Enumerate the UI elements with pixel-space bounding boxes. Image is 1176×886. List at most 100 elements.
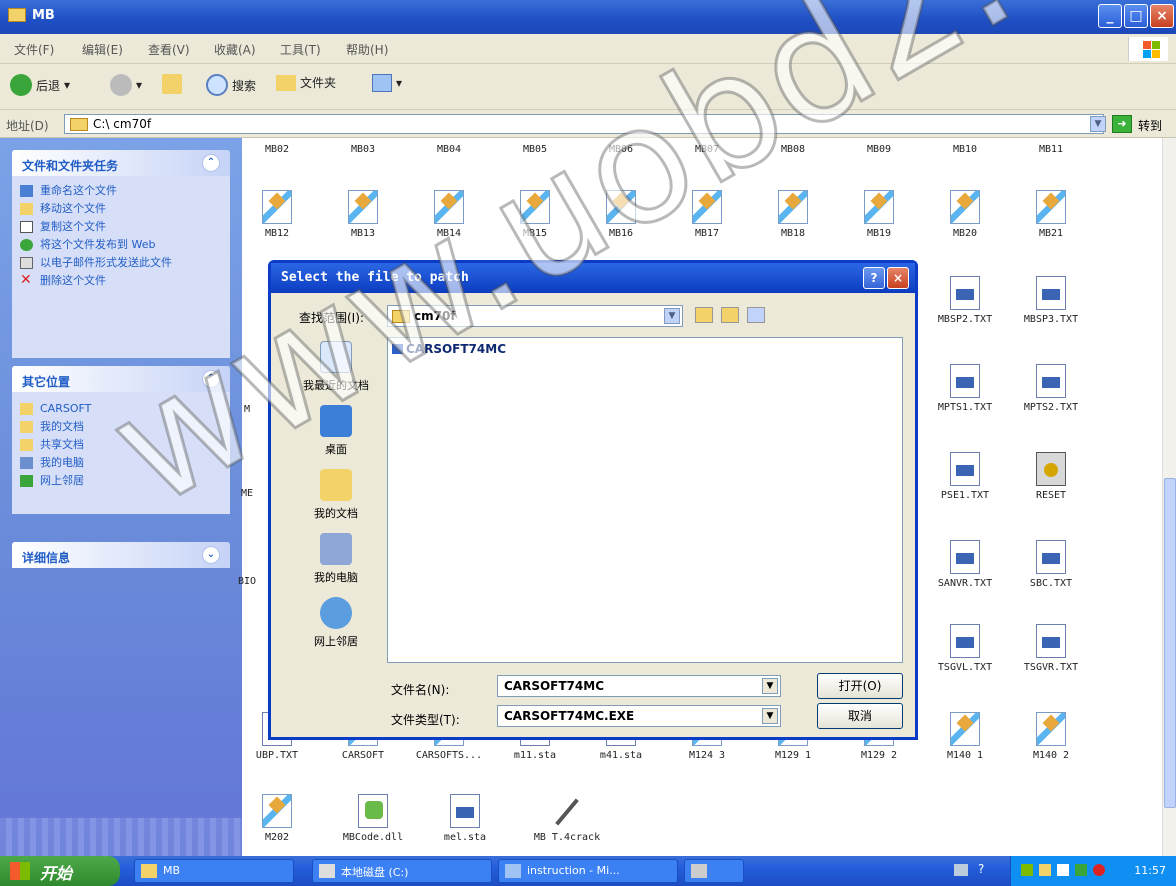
lookin-select[interactable]: cm70f ▼ <box>387 305 683 327</box>
tray-icon[interactable] <box>1039 864 1051 876</box>
address-input[interactable]: C:\ cm70f <box>64 114 1104 134</box>
file-item[interactable]: MB12 <box>242 190 312 239</box>
taskbar-item[interactable]: MB <box>134 859 294 883</box>
tray-icon[interactable] <box>1093 864 1105 876</box>
chevron-down-icon[interactable]: ▼ <box>762 678 778 694</box>
file-item[interactable]: M140 1 <box>930 712 1000 761</box>
file-item[interactable]: MBSP2.TXT <box>930 276 1000 325</box>
menu-favorites[interactable]: 收藏(A) <box>214 41 256 58</box>
task-email[interactable]: 以电子邮件形式发送此文件 <box>12 254 230 272</box>
search-button[interactable]: 搜索 <box>206 74 256 96</box>
view-menu-icon[interactable] <box>747 307 765 323</box>
panel-header[interactable]: 文件和文件夹任务 ⌃ <box>12 150 230 176</box>
place-desktop[interactable]: 桌面 <box>291 405 381 457</box>
menu-view[interactable]: 查看(V) <box>148 41 190 58</box>
printer-icon[interactable] <box>954 864 968 876</box>
chevron-down-icon[interactable]: ⌄ <box>202 546 220 564</box>
taskbar-item[interactable] <box>684 859 744 883</box>
file-item[interactable]: MB13 <box>328 190 398 239</box>
place-recent[interactable]: 我最近的文档 <box>291 341 381 393</box>
place-network[interactable]: 网上邻居 <box>291 597 381 649</box>
start-button[interactable]: 开始 <box>0 856 120 886</box>
place-carsoft[interactable]: CARSOFT <box>12 400 230 418</box>
file-item[interactable]: PSE1.TXT <box>930 452 1000 501</box>
file-list[interactable]: CARSOFT74MC <box>387 337 903 663</box>
file-item[interactable]: MB03 <box>328 144 398 155</box>
file-item[interactable]: MB06 <box>586 144 656 155</box>
maximize-button[interactable]: □ <box>1124 4 1148 28</box>
taskbar-item[interactable]: instruction - Mi... <box>498 859 678 883</box>
file-item[interactable]: MB19 <box>844 190 914 239</box>
file-item[interactable]: MPTS1.TXT <box>930 364 1000 413</box>
views-button[interactable]: ▾ <box>372 74 402 92</box>
task-rename[interactable]: 重命名这个文件 <box>12 182 230 200</box>
back-button[interactable]: 后退 ▾ <box>10 74 70 96</box>
close-button[interactable]: × <box>1150 4 1174 28</box>
file-item[interactable]: RESET <box>1016 452 1086 501</box>
file-list-item[interactable]: CARSOFT74MC <box>392 342 506 356</box>
forward-button[interactable]: ▾ <box>110 74 142 96</box>
file-item[interactable]: SBC.TXT <box>1016 540 1086 589</box>
file-item[interactable]: MBSP3.TXT <box>1016 276 1086 325</box>
filetype-select[interactable]: CARSOFT74MC.EXE ▼ <box>497 705 781 727</box>
folders-button[interactable]: 文件夹 <box>276 74 336 91</box>
task-move[interactable]: 移动这个文件 <box>12 200 230 218</box>
file-item[interactable]: MB05 <box>500 144 570 155</box>
panel-header[interactable]: 其它位置 ⌃ <box>12 366 230 392</box>
tray-icon[interactable] <box>1057 864 1069 876</box>
file-item[interactable]: MB02 <box>242 144 312 155</box>
menu-help[interactable]: 帮助(H) <box>346 41 388 58</box>
file-item[interactable]: MBCode.dll <box>338 794 408 843</box>
task-delete[interactable]: ✕ 删除这个文件 <box>12 272 230 290</box>
place-shared-documents[interactable]: 共享文档 <box>12 436 230 454</box>
chevron-up-icon[interactable]: ⌃ <box>202 370 220 388</box>
place-network[interactable]: 网上邻居 <box>12 472 230 490</box>
file-item[interactable]: M202 <box>242 794 312 843</box>
filename-input[interactable]: CARSOFT74MC ▼ <box>497 675 781 697</box>
task-publish[interactable]: 将这个文件发布到 Web <box>12 236 230 254</box>
file-item[interactable]: MPTS2.TXT <box>1016 364 1086 413</box>
chevron-down-icon[interactable]: ▼ <box>664 308 680 324</box>
place-my-documents[interactable]: 我的文档 <box>291 469 381 521</box>
tray-icon[interactable] <box>1021 864 1033 876</box>
file-item[interactable]: MB11 <box>1016 144 1086 155</box>
place-my-computer[interactable]: 我的电脑 <box>12 454 230 472</box>
panel-header[interactable]: 详细信息 ⌄ <box>12 542 230 568</box>
menu-tools[interactable]: 工具(T) <box>280 41 321 58</box>
file-item[interactable]: TSGVR.TXT <box>1016 624 1086 673</box>
tray-icon[interactable] <box>1075 864 1087 876</box>
scrollbar-thumb[interactable] <box>1164 478 1176 808</box>
file-item[interactable]: MB17 <box>672 190 742 239</box>
clock[interactable]: 11:57 <box>1134 864 1166 877</box>
file-item[interactable]: M140 2 <box>1016 712 1086 761</box>
file-item[interactable]: MB20 <box>930 190 1000 239</box>
chevron-up-icon[interactable]: ⌃ <box>202 154 220 172</box>
cancel-button[interactable]: 取消 <box>817 703 903 729</box>
chevron-down-icon[interactable]: ▼ <box>762 708 778 724</box>
up-folder-button[interactable] <box>162 74 182 94</box>
file-item[interactable]: MB07 <box>672 144 742 155</box>
file-item[interactable]: MB16 <box>586 190 656 239</box>
minimize-button[interactable]: _ <box>1098 4 1122 28</box>
file-item[interactable]: MB04 <box>414 144 484 155</box>
file-item[interactable]: MB10 <box>930 144 1000 155</box>
chevron-down-icon[interactable]: ▼ <box>1090 116 1106 132</box>
file-item[interactable]: MB15 <box>500 190 570 239</box>
menu-file[interactable]: 文件(F) <box>14 41 54 58</box>
new-folder-icon[interactable] <box>721 307 739 323</box>
open-button[interactable]: 打开(O) <box>817 673 903 699</box>
file-item[interactable]: SANVR.TXT <box>930 540 1000 589</box>
file-item[interactable]: MB09 <box>844 144 914 155</box>
file-item[interactable]: mel.sta <box>430 794 500 843</box>
taskbar-item[interactable]: 本地磁盘 (C:) <box>312 859 492 883</box>
go-button[interactable]: 转到 <box>1138 117 1162 134</box>
menu-edit[interactable]: 编辑(E) <box>82 41 123 58</box>
file-item[interactable]: MB18 <box>758 190 828 239</box>
help-button[interactable]: ? <box>863 267 885 289</box>
help-icon[interactable]: ? <box>978 862 984 876</box>
go-arrow-icon[interactable]: ➜ <box>1112 115 1132 133</box>
file-item[interactable]: TSGVL.TXT <box>930 624 1000 673</box>
file-item[interactable]: MB08 <box>758 144 828 155</box>
task-copy[interactable]: 复制这个文件 <box>12 218 230 236</box>
vertical-scrollbar[interactable] <box>1162 138 1176 856</box>
